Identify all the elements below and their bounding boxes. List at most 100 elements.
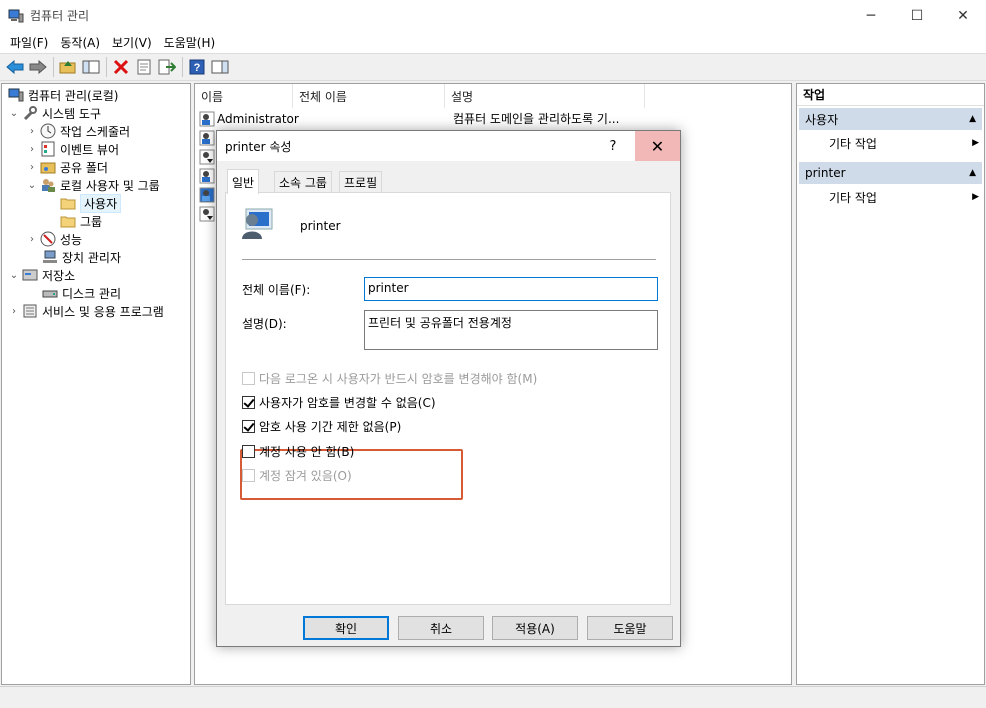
tree-item-performance[interactable]: › 성능: [26, 230, 82, 248]
table-row[interactable]: [199, 204, 217, 223]
checkbox-cannot-change-password[interactable]: 사용자가 암호를 변경할 수 없음(C): [242, 394, 436, 411]
properties-icon[interactable]: [133, 56, 155, 78]
checkbox-label: 암호 사용 기간 제한 없음(P): [259, 420, 402, 434]
collapse-up-icon[interactable]: ▲: [969, 168, 976, 178]
chevron-right-icon[interactable]: ›: [26, 234, 38, 245]
help-icon[interactable]: ?: [186, 56, 208, 78]
full-name-label: 전체 이름(F):: [242, 283, 311, 297]
checkbox-account-disabled[interactable]: 계정 사용 안 함(B): [242, 443, 354, 460]
dialog-close-button[interactable]: ✕: [635, 131, 680, 161]
performance-icon: [40, 231, 56, 247]
help-button[interactable]: 도움말: [587, 616, 673, 640]
chevron-down-icon[interactable]: ⌄: [26, 180, 38, 191]
actions-section-users[interactable]: 사용자 ▲: [799, 108, 982, 130]
tree-label: 저장소: [42, 268, 76, 283]
maximize-button[interactable]: ☐: [894, 0, 940, 31]
disk-icon: [42, 285, 58, 301]
chevron-down-icon[interactable]: ⌄: [8, 108, 20, 119]
table-row[interactable]: Administrator 컴퓨터 도메인을 관리하도록 기...: [199, 109, 619, 128]
tree-item-root[interactable]: 컴퓨터 관리(로컬): [6, 86, 118, 104]
cell-name: Administrator: [217, 111, 299, 126]
action-more-actions[interactable]: 기타 작업 ▶: [829, 133, 979, 153]
checkbox-label: 계정 사용 안 함(B): [259, 445, 355, 459]
back-icon[interactable]: [4, 56, 26, 78]
show-action-pane-icon[interactable]: [209, 56, 231, 78]
action-more-actions[interactable]: 기타 작업 ▶: [829, 187, 979, 207]
checkbox-box[interactable]: [242, 420, 255, 433]
tree-label: 로컬 사용자 및 그룹: [60, 178, 160, 193]
dialog-help-button[interactable]: ?: [591, 131, 635, 161]
window-title: 컴퓨터 관리: [30, 9, 90, 23]
toolbar-separator: [53, 57, 54, 77]
tab-general[interactable]: 일반: [227, 169, 260, 194]
table-row[interactable]: [199, 147, 217, 166]
chevron-right-icon[interactable]: ›: [26, 162, 38, 173]
tree-item-local-users-groups[interactable]: ⌄ 로컬 사용자 및 그룹: [26, 176, 160, 194]
menu-file[interactable]: 파일(F): [4, 34, 54, 51]
tree-item-users[interactable]: 사용자: [58, 193, 122, 213]
show-hide-tree-icon[interactable]: [80, 56, 102, 78]
tree-label: 서비스 및 응용 프로그램: [42, 304, 164, 319]
tree-item-services-apps[interactable]: › 서비스 및 응용 프로그램: [8, 302, 164, 320]
tree-item-task-scheduler[interactable]: › 작업 스케줄러: [26, 122, 130, 140]
ok-button[interactable]: 확인: [303, 616, 389, 640]
computer-management-icon: [8, 8, 24, 24]
forward-icon[interactable]: [27, 56, 49, 78]
tab-profile[interactable]: 프로필: [339, 171, 383, 193]
chevron-right-icon[interactable]: ›: [26, 144, 38, 155]
up-folder-icon[interactable]: [57, 56, 79, 78]
actions-section-printer[interactable]: printer ▲: [799, 162, 982, 184]
column-header-full-name[interactable]: 전체 이름: [293, 84, 445, 108]
tree-item-shared-folders[interactable]: › 공유 폴더: [26, 158, 108, 176]
description-field[interactable]: 프린터 및 공유폴더 전용계정: [364, 310, 658, 350]
chevron-down-icon[interactable]: ⌄: [8, 270, 20, 281]
tree-item-device-manager[interactable]: 장치 관리자: [40, 248, 121, 266]
user-disabled-icon: [199, 149, 215, 165]
dialog-username: printer: [300, 219, 341, 233]
dialog-title: printer 속성: [225, 139, 292, 154]
table-row[interactable]: [199, 128, 217, 147]
checkbox-password-never-expires[interactable]: 암호 사용 기간 제한 없음(P): [242, 418, 401, 435]
full-name-field[interactable]: printer: [364, 277, 658, 301]
checkbox-box[interactable]: [242, 469, 255, 482]
menu-action[interactable]: 동작(A): [54, 34, 106, 51]
chevron-right-icon[interactable]: ›: [8, 306, 20, 317]
action-label: 기타 작업: [829, 190, 877, 205]
delete-icon[interactable]: [110, 56, 132, 78]
tree-item-system-tools[interactable]: ⌄ 시스템 도구: [8, 104, 101, 122]
title-bar: 컴퓨터 관리 ─ ☐ ✕: [0, 0, 986, 31]
collapse-up-icon[interactable]: ▲: [969, 114, 976, 124]
close-window-button[interactable]: ✕: [940, 0, 986, 31]
user-disabled-icon: [199, 206, 215, 222]
menu-view[interactable]: 보기(V): [106, 34, 158, 51]
checkbox-box[interactable]: [242, 372, 255, 385]
apply-button[interactable]: 적용(A): [492, 616, 578, 640]
divider: [242, 259, 656, 260]
minimize-button[interactable]: ─: [848, 0, 894, 31]
checkbox-account-locked-out[interactable]: 계정 잠겨 있음(O): [242, 467, 352, 484]
chevron-right-icon[interactable]: ›: [26, 126, 38, 137]
tree-label: 그룹: [80, 214, 103, 229]
tree-label: 컴퓨터 관리(로컬): [28, 88, 119, 103]
section-label: printer: [805, 166, 846, 180]
cancel-button[interactable]: 취소: [398, 616, 484, 640]
checkbox-box[interactable]: [242, 445, 255, 458]
checkbox-box[interactable]: [242, 396, 255, 409]
checkbox-label: 사용자가 암호를 변경할 수 없음(C): [259, 396, 436, 410]
tree-item-groups[interactable]: 그룹: [58, 212, 102, 230]
tree-label: 작업 스케줄러: [60, 124, 131, 139]
table-row[interactable]: [199, 166, 217, 185]
export-list-icon[interactable]: [156, 56, 178, 78]
tree-item-event-viewer[interactable]: › 이벤트 뷰어: [26, 140, 119, 158]
tree-item-storage[interactable]: ⌄ 저장소: [8, 266, 75, 284]
menu-help[interactable]: 도움말(H): [158, 34, 222, 51]
tree-item-disk-management[interactable]: 디스크 관리: [40, 284, 121, 302]
status-bar: [0, 686, 986, 708]
table-row[interactable]: [199, 185, 217, 204]
tab-member-of[interactable]: 소속 그룹: [274, 171, 332, 193]
computer-management-icon: [8, 87, 24, 103]
storage-icon: [22, 267, 38, 283]
column-header-name[interactable]: 이름: [195, 84, 293, 108]
checkbox-must-change-password[interactable]: 다음 로그온 시 사용자가 반드시 암호를 변경해야 함(M): [242, 370, 537, 387]
column-header-description[interactable]: 설명: [445, 84, 645, 108]
